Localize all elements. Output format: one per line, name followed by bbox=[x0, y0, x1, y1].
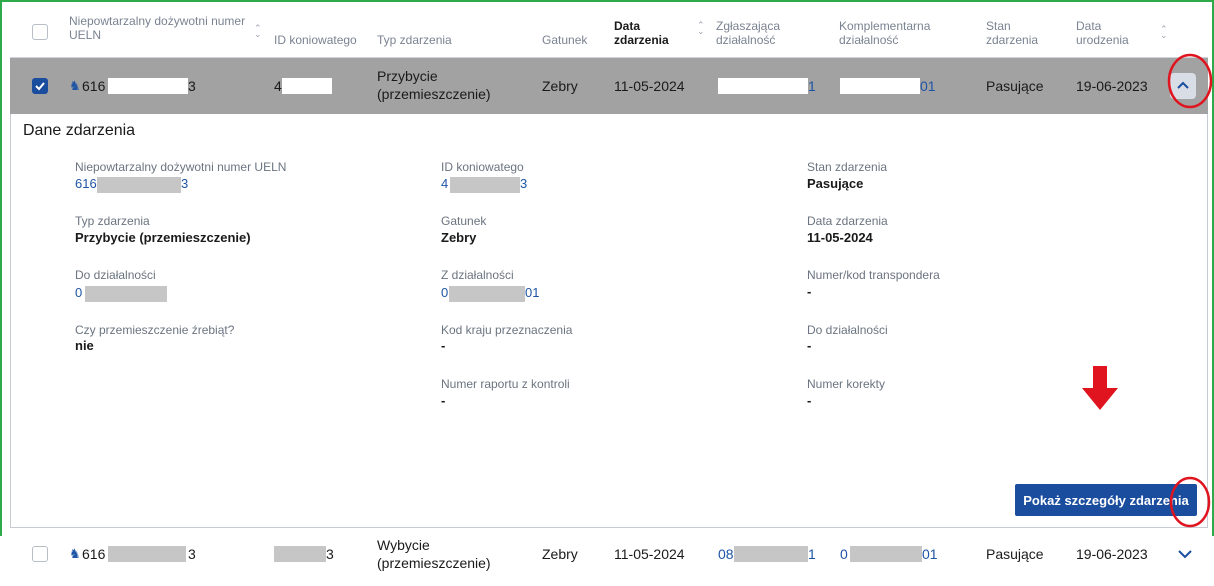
table-row[interactable]: ♞ 616 3 3 Wybycie (przemieszczenie) Zebr… bbox=[10, 528, 1208, 586]
highlight-circle bbox=[1167, 53, 1213, 109]
correction-value: - bbox=[807, 393, 812, 408]
status-label: Stan zdarzenia bbox=[807, 160, 888, 174]
horse-icon: ♞ bbox=[69, 78, 81, 93]
sort-icon[interactable]: ⌃ ⌄ bbox=[1160, 25, 1168, 40]
ueln-link-end[interactable]: 3 bbox=[181, 176, 188, 191]
table-row-selected[interactable]: ♞ 616 3 4 Przybycie (przemieszczenie) Ze… bbox=[10, 58, 1208, 114]
event-details-panel: Dane zdarzenia Niepowtarzalny dożywotni … bbox=[10, 114, 1208, 528]
header-species[interactable]: Gatunek bbox=[542, 33, 587, 47]
ueln-label: Niepowtarzalny dożywotni numer UELN bbox=[75, 160, 287, 174]
header-status[interactable]: Stan zdarzenia bbox=[986, 19, 1046, 47]
redacted-mask bbox=[85, 286, 167, 302]
species: Zebry bbox=[542, 546, 578, 562]
select-all-checkbox[interactable] bbox=[32, 24, 48, 40]
sort-icon[interactable]: ⌃ ⌄ bbox=[697, 21, 705, 36]
status: Pasujące bbox=[986, 78, 1044, 94]
ueln-start: 616 bbox=[82, 78, 106, 94]
redacted-mask bbox=[734, 546, 808, 562]
foals-value: nie bbox=[75, 338, 94, 353]
inspection-report-label: Numer raportu z kontroli bbox=[441, 377, 570, 391]
species-label: Gatunek bbox=[441, 214, 487, 228]
event-date-value: 11-05-2024 bbox=[807, 230, 873, 245]
species: Zebry bbox=[542, 78, 578, 94]
status: Pasujące bbox=[986, 546, 1044, 562]
chevron-down-icon bbox=[1178, 550, 1192, 559]
ueln-end: 3 bbox=[188, 78, 196, 94]
event-type-label: Typ zdarzenia bbox=[75, 214, 150, 228]
highlight-circle bbox=[1169, 476, 1211, 528]
event-date-label: Data zdarzenia bbox=[807, 214, 888, 228]
event-date: 11-05-2024 bbox=[614, 78, 685, 94]
to-activity2-value: - bbox=[807, 338, 812, 353]
table-header: Niepowtarzalny dożywotni numer UELN ⌃ ⌄ I… bbox=[10, 2, 1208, 58]
species-value: Zebry bbox=[441, 230, 477, 245]
header-event-date[interactable]: Data zdarzenia bbox=[614, 19, 676, 47]
status-value: Pasujące bbox=[807, 176, 864, 191]
redacted-mask bbox=[840, 78, 920, 94]
redacted-mask bbox=[108, 546, 186, 562]
horse-id-link-end[interactable]: 3 bbox=[520, 176, 527, 191]
destination-country-value: - bbox=[441, 338, 446, 353]
ueln-link-start[interactable]: 616 bbox=[75, 176, 97, 191]
transponder-value: - bbox=[807, 284, 812, 299]
header-reporting-activity[interactable]: Zgłaszająca działalność bbox=[716, 19, 806, 47]
redacted-mask bbox=[450, 177, 520, 193]
ueln-start: 616 bbox=[82, 546, 106, 562]
horse-id-start: 4 bbox=[274, 78, 282, 94]
event-type: Wybycie (przemieszczenie) bbox=[377, 537, 491, 571]
foals-label: Czy przemieszczenie źrebiąt? bbox=[75, 323, 235, 337]
header-horse-id[interactable]: ID koniowatego bbox=[274, 33, 357, 47]
ueln-end: 3 bbox=[188, 546, 196, 562]
redacted-mask bbox=[274, 546, 326, 562]
from-activity-link-end[interactable]: 01 bbox=[525, 285, 539, 300]
from-activity-link-start[interactable]: 0 bbox=[441, 285, 448, 300]
redacted-mask bbox=[282, 78, 332, 94]
inspection-report-value: - bbox=[441, 393, 446, 408]
reporting-activity-link-end[interactable]: 1 bbox=[808, 545, 816, 563]
sort-icon[interactable]: ⌃ ⌄ bbox=[254, 24, 262, 39]
header-birth-date[interactable]: Data urodzenia bbox=[1076, 19, 1136, 47]
expand-row-button[interactable] bbox=[1172, 541, 1198, 567]
to-activity-label: Do działalności bbox=[75, 268, 156, 282]
to-activity-link[interactable]: 0 bbox=[75, 285, 82, 300]
horse-id-link-start[interactable]: 4 bbox=[441, 176, 448, 191]
arrow-down-icon bbox=[1082, 366, 1118, 410]
destination-country-label: Kod kraju przeznaczenia bbox=[441, 323, 573, 337]
horse-id-label: ID koniowatego bbox=[441, 160, 524, 174]
birth-date: 19-06-2023 bbox=[1076, 546, 1148, 562]
horse-icon: ♞ bbox=[69, 546, 81, 561]
from-activity-label: Z działalności bbox=[441, 268, 514, 282]
to-activity2-label: Do działalności bbox=[807, 323, 888, 337]
header-event-type[interactable]: Typ zdarzenia bbox=[377, 33, 452, 47]
events-table: Niepowtarzalny dożywotni numer UELN ⌃ ⌄ I… bbox=[10, 2, 1208, 586]
event-type-value: Przybycie (przemieszczenie) bbox=[75, 230, 251, 245]
redacted-mask bbox=[850, 546, 922, 562]
correction-label: Numer korekty bbox=[807, 377, 886, 391]
horse-id-end: 3 bbox=[326, 546, 334, 562]
complementary-activity-link-end[interactable]: 01 bbox=[922, 545, 938, 563]
redacted-mask bbox=[449, 286, 525, 302]
details-title: Dane zdarzenia bbox=[23, 122, 136, 139]
redacted-mask bbox=[108, 78, 188, 94]
birth-date: 19-06-2023 bbox=[1076, 78, 1148, 94]
redacted-mask bbox=[97, 177, 181, 193]
event-type: Przybycie (przemieszczenie) bbox=[377, 68, 491, 102]
row-checkbox[interactable] bbox=[32, 78, 48, 94]
header-ueln[interactable]: Niepowtarzalny dożywotni numer UELN bbox=[69, 14, 249, 42]
row-checkbox[interactable] bbox=[32, 546, 48, 562]
reporting-activity-link-start[interactable]: 08 bbox=[718, 545, 734, 563]
event-date: 11-05-2024 bbox=[614, 546, 685, 562]
complementary-activity-link[interactable]: 01 bbox=[920, 77, 936, 95]
reporting-activity-link[interactable]: 1 bbox=[808, 77, 816, 95]
header-complementary-activity[interactable]: Komplementarna działalność bbox=[839, 19, 949, 47]
complementary-activity-link-start[interactable]: 0 bbox=[840, 545, 848, 563]
transponder-label: Numer/kod transpondera bbox=[807, 268, 940, 282]
redacted-mask bbox=[718, 78, 808, 94]
